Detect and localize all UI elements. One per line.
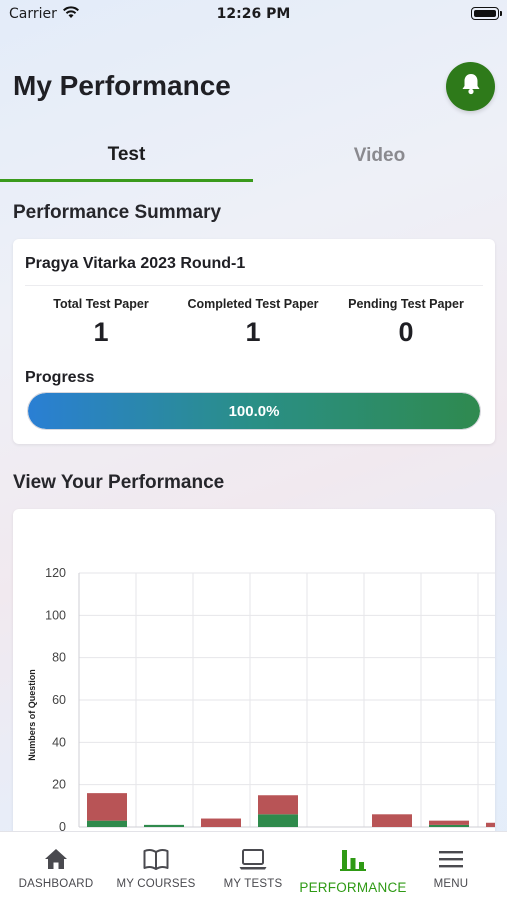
nav-performance[interactable]: PERFORMANCE bbox=[298, 832, 408, 900]
nav-my-courses[interactable]: MY COURSES bbox=[111, 832, 201, 900]
y-axis-label: Numbers of Question bbox=[27, 669, 37, 761]
bar-segment bbox=[429, 820, 469, 825]
status-bar: Carrier 12:26 PM bbox=[0, 0, 507, 30]
progress-text: 100.0% bbox=[228, 402, 280, 420]
page-title: My Performance bbox=[13, 70, 231, 101]
y-tick-label: 80 bbox=[52, 651, 66, 665]
clock: 12:26 PM bbox=[216, 6, 291, 22]
performance-chart: 0 20 40 60 80 100 120 Numbers of Question bbox=[27, 566, 495, 831]
stat-total: Total Test Paper 1 bbox=[21, 297, 181, 348]
y-tick-label: 120 bbox=[45, 566, 66, 580]
y-tick-label: 0 bbox=[59, 820, 66, 831]
nav-label: DASHBOARD bbox=[18, 878, 94, 890]
y-tick-label: 100 bbox=[45, 608, 66, 622]
stat-value: 1 bbox=[245, 317, 261, 347]
y-tick-label: 20 bbox=[52, 778, 66, 792]
bottom-nav: DASHBOARD MY COURSES MY TESTS PERFORMANC… bbox=[0, 831, 507, 900]
bar-segment bbox=[201, 818, 241, 827]
view-performance-title: View Your Performance bbox=[13, 472, 225, 493]
performance-summary-title: Performance Summary bbox=[13, 202, 222, 223]
home-icon bbox=[43, 846, 69, 872]
menu-icon bbox=[438, 846, 464, 872]
divider bbox=[25, 285, 483, 286]
tab-bar: Test Video bbox=[0, 130, 507, 182]
bar-segment bbox=[87, 820, 127, 827]
stat-value: 1 bbox=[93, 317, 109, 347]
notification-button[interactable] bbox=[446, 62, 495, 111]
battery-icon bbox=[471, 7, 502, 20]
nav-my-tests[interactable]: MY TESTS bbox=[208, 832, 298, 900]
nav-menu[interactable]: MENU bbox=[406, 832, 496, 900]
stat-label: Completed Test Paper bbox=[187, 297, 319, 311]
nav-label: MY COURSES bbox=[116, 878, 196, 890]
nav-dashboard[interactable]: DASHBOARD bbox=[11, 832, 101, 900]
bar-segment bbox=[144, 824, 184, 827]
stat-pending: Pending Test Paper 0 bbox=[326, 297, 486, 348]
bar-segment bbox=[87, 793, 127, 821]
test-name: Pragya Vitarka 2023 Round-1 bbox=[25, 255, 246, 272]
nav-label: PERFORMANCE bbox=[299, 880, 407, 895]
nav-label: MY TESTS bbox=[223, 878, 283, 890]
bar-segment bbox=[429, 824, 469, 827]
nav-label: MENU bbox=[433, 878, 469, 890]
tab-video[interactable]: Video bbox=[253, 130, 506, 182]
summary-card: Pragya Vitarka 2023 Round-1 Total Test P… bbox=[13, 239, 495, 444]
tab-test[interactable]: Test bbox=[0, 130, 253, 182]
bell-icon bbox=[460, 72, 482, 101]
stat-value: 0 bbox=[398, 317, 414, 347]
y-tick-label: 40 bbox=[52, 735, 66, 749]
bar-chart-icon bbox=[339, 846, 367, 872]
bar-segment bbox=[486, 822, 495, 827]
bar-segment bbox=[372, 814, 412, 827]
stat-label: Pending Test Paper bbox=[348, 297, 464, 311]
chart-card: 0 20 40 60 80 100 120 Numbers of Question bbox=[13, 509, 495, 869]
bar-segment bbox=[258, 814, 298, 827]
progress-bar: 100.0% bbox=[27, 392, 481, 430]
stat-completed: Completed Test Paper 1 bbox=[173, 297, 333, 348]
laptop-icon bbox=[238, 846, 268, 872]
stat-label: Total Test Paper bbox=[53, 297, 149, 311]
y-tick-label: 60 bbox=[52, 693, 66, 707]
progress-label: Progress bbox=[25, 369, 95, 386]
bar-segment bbox=[258, 795, 298, 815]
book-icon bbox=[142, 846, 170, 872]
